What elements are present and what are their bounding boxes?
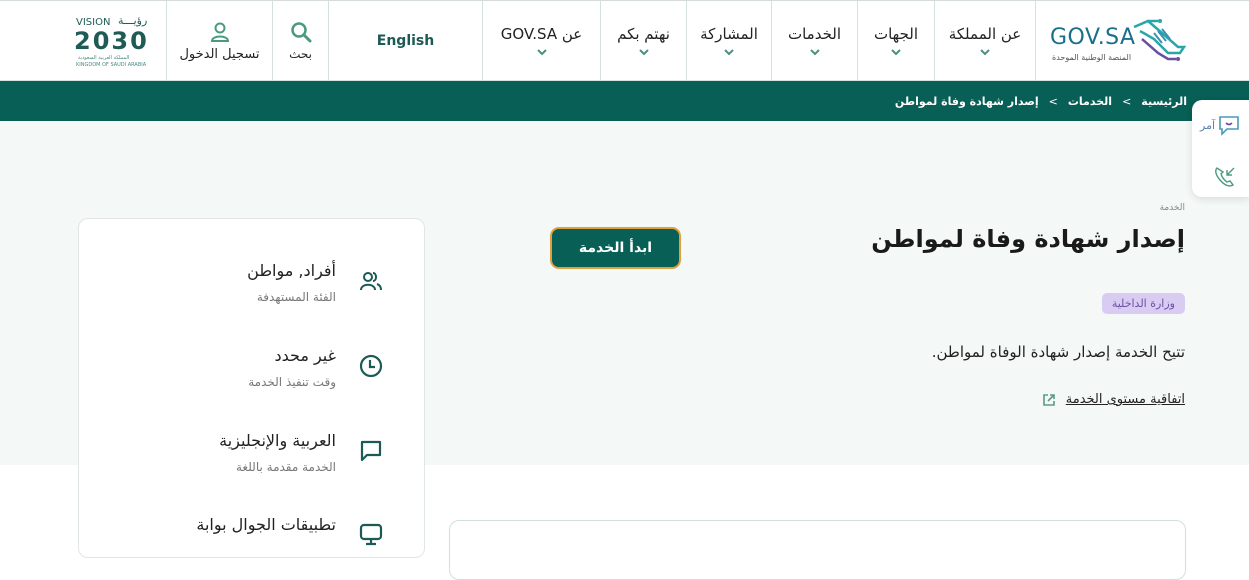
service-details-card bbox=[449, 520, 1186, 580]
floating-support-widget: آمر bbox=[1192, 100, 1249, 197]
info-label: الفئة المستهدفة bbox=[256, 290, 336, 304]
info-target-audience: أفراد, مواطن الفئة المستهدفة bbox=[247, 261, 336, 304]
breadcrumb-home[interactable]: الرئيسية bbox=[1141, 95, 1187, 108]
vision-2030-logo: VISION رؤيـــة 2030 المملكة العربية السع… bbox=[70, 11, 160, 71]
chevron-down-icon bbox=[638, 49, 649, 56]
breadcrumb-separator: > bbox=[1048, 95, 1058, 108]
chevron-down-icon bbox=[536, 49, 547, 56]
breadcrumb-services[interactable]: الخدمات bbox=[1068, 95, 1112, 108]
search-label: بحث bbox=[289, 47, 312, 61]
nav-about-govsa[interactable]: عن GOV.SA bbox=[482, 1, 600, 81]
vision-arabic: رؤيـــة bbox=[118, 14, 148, 27]
nav-label: نهتم بكم bbox=[617, 25, 670, 43]
breadcrumb-bar: الرئيسية > الخدمات > إصدار شهادة وفاة لم… bbox=[0, 81, 1249, 121]
service-description: تتيح الخدمة إصدار شهادة الوفاة لمواطن. bbox=[931, 343, 1185, 361]
nav-services[interactable]: الخدمات bbox=[771, 1, 857, 81]
info-value: تطبيقات الجوال بوابة bbox=[196, 515, 336, 534]
nav-label: المشاركة bbox=[700, 25, 758, 43]
nav-participation[interactable]: المشاركة bbox=[686, 1, 771, 81]
login-button[interactable]: تسجيل الدخول bbox=[166, 1, 272, 81]
service-info-card: أفراد, مواطن الفئة المستهدفة غير محدد وق… bbox=[78, 218, 425, 558]
nav-label: الجهات bbox=[873, 25, 919, 43]
govsa-emblem-icon bbox=[1133, 19, 1187, 61]
nav-we-care[interactable]: نهتم بكم bbox=[600, 1, 686, 81]
sla-link-row[interactable]: اتفاقية مستوى الخدمة bbox=[1042, 392, 1185, 407]
info-label: الخدمة مقدمة باللغة bbox=[235, 460, 336, 474]
chevron-down-icon bbox=[980, 49, 990, 56]
info-value: أفراد, مواطن bbox=[247, 261, 336, 280]
info-label: وقت تنفيذ الخدمة bbox=[248, 375, 336, 389]
clock-icon bbox=[359, 354, 383, 378]
vision-year: 2030 bbox=[74, 27, 149, 55]
chat-bubble-icon bbox=[1219, 116, 1239, 136]
start-service-button[interactable]: ابدأ الخدمة bbox=[550, 227, 681, 269]
users-icon bbox=[360, 272, 382, 291]
external-link-icon bbox=[1042, 393, 1055, 406]
service-kicker: الخدمة bbox=[1159, 203, 1185, 213]
amer-chat-button[interactable]: آمر bbox=[1200, 114, 1241, 136]
vision-line1: المملكة العربية السعودية bbox=[78, 55, 130, 61]
nav-label: عن المملكة bbox=[948, 25, 1022, 43]
login-label: تسجيل الدخول bbox=[179, 46, 260, 62]
monitor-icon bbox=[359, 523, 383, 546]
site-header: GOV.SA المنصة الوطنية الموحدة عن المملكة… bbox=[0, 0, 1249, 81]
user-icon bbox=[210, 22, 229, 42]
page-title: إصدار شهادة وفاة لمواطن bbox=[871, 225, 1185, 253]
chevron-down-icon bbox=[809, 49, 820, 56]
amer-label: آمر bbox=[1200, 118, 1216, 132]
nav-agencies[interactable]: الجهات bbox=[857, 1, 934, 81]
breadcrumb-separator: > bbox=[1122, 95, 1132, 108]
chevron-down-icon bbox=[891, 49, 901, 56]
sla-link[interactable]: اتفاقية مستوى الخدمة bbox=[1066, 392, 1185, 407]
phone-callback-icon[interactable] bbox=[1212, 164, 1238, 190]
vision-line2: KINGDOM OF SAUDI ARABIA bbox=[76, 62, 147, 68]
info-channels: تطبيقات الجوال بوابة bbox=[196, 515, 336, 534]
info-language: العربية والإنجليزية الخدمة مقدمة باللغة bbox=[219, 431, 336, 474]
info-value: العربية والإنجليزية bbox=[219, 431, 336, 450]
search-button[interactable]: بحث bbox=[272, 1, 328, 81]
govsa-logo[interactable]: GOV.SA المنصة الوطنية الموحدة bbox=[1035, 1, 1249, 81]
agency-badge[interactable]: وزارة الداخلية bbox=[1101, 293, 1185, 314]
logo-title: GOV.SA bbox=[1050, 25, 1136, 50]
language-toggle[interactable]: English bbox=[328, 1, 482, 81]
breadcrumb: الرئيسية > الخدمات > إصدار شهادة وفاة لم… bbox=[895, 95, 1187, 108]
breadcrumb-current: إصدار شهادة وفاة لمواطن bbox=[894, 95, 1039, 108]
logo-subtitle: المنصة الوطنية الموحدة bbox=[1052, 53, 1132, 62]
search-icon bbox=[290, 22, 311, 43]
chat-icon bbox=[360, 440, 382, 462]
chevron-down-icon bbox=[724, 49, 734, 56]
nav-about-kingdom[interactable]: عن المملكة bbox=[934, 1, 1035, 81]
nav-label: عن GOV.SA bbox=[500, 25, 583, 43]
info-value: غير محدد bbox=[274, 346, 336, 365]
info-execution-time: غير محدد وقت تنفيذ الخدمة bbox=[248, 346, 336, 389]
nav-label: الخدمات bbox=[787, 25, 842, 43]
language-label: English bbox=[376, 33, 435, 49]
